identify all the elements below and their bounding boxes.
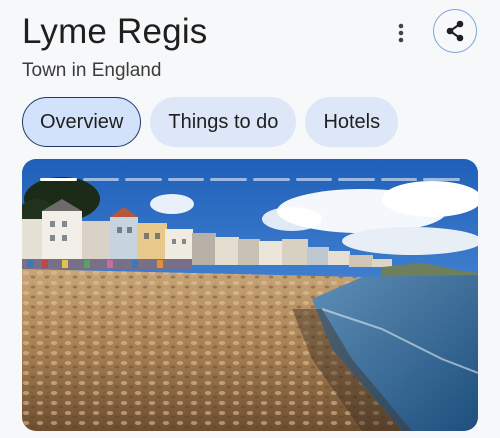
- tab-hotels[interactable]: Hotels: [305, 97, 399, 147]
- slide-progress: [40, 178, 460, 181]
- page-subtitle: Town in England: [22, 60, 162, 81]
- progress-segment: [210, 178, 247, 181]
- tab-bar: Overview Things to do Hotels: [22, 97, 399, 147]
- share-button[interactable]: [433, 9, 477, 53]
- beach-photo: [22, 159, 478, 431]
- gallery-photo[interactable]: [22, 159, 478, 431]
- share-icon: [446, 20, 464, 42]
- progress-segment: [338, 178, 375, 181]
- progress-segment: [380, 178, 418, 181]
- progress-segment: [295, 178, 333, 181]
- progress-segment: [82, 178, 120, 181]
- progress-segment: [423, 178, 460, 181]
- progress-segment: [40, 178, 77, 181]
- tab-things-to-do[interactable]: Things to do: [150, 97, 297, 147]
- more-vertical-icon: [398, 23, 404, 43]
- page-title: Lyme Regis: [22, 12, 208, 51]
- progress-segment: [252, 178, 290, 181]
- tab-overview[interactable]: Overview: [22, 97, 142, 147]
- progress-segment: [125, 178, 162, 181]
- more-options-button[interactable]: [386, 18, 416, 48]
- progress-segment: [167, 178, 205, 181]
